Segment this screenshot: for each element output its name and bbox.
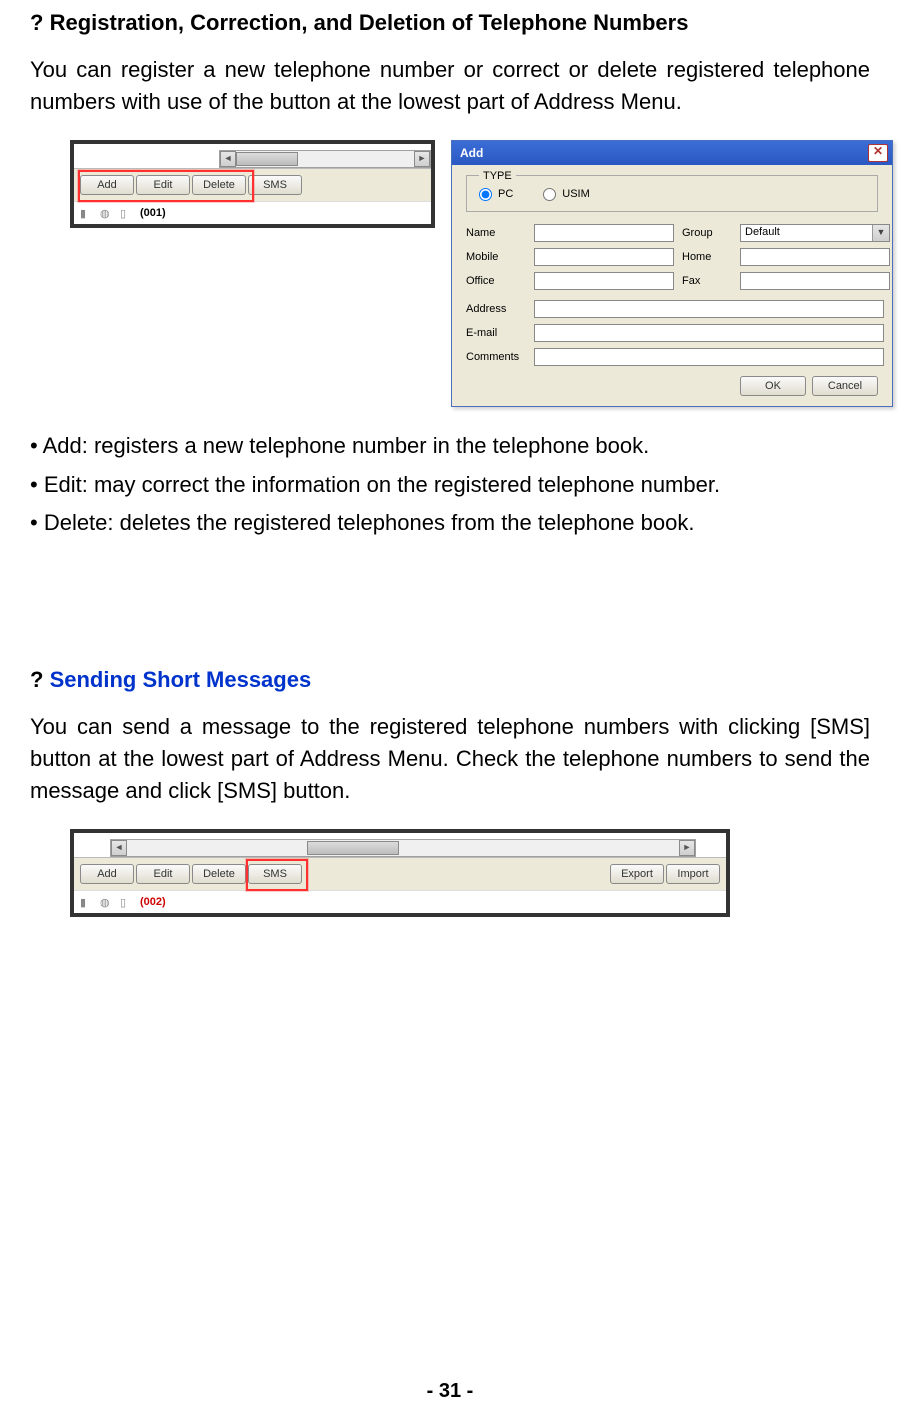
type-fieldset: TYPE PC USIM [466, 175, 878, 212]
list-area: ◄ ► [74, 144, 431, 169]
qmark: ? [30, 10, 43, 35]
radio-usim-label: USIM [562, 188, 590, 200]
horizontal-scrollbar[interactable]: ◄ ► [219, 150, 431, 168]
radio-usim[interactable]: USIM [543, 188, 590, 201]
label-fax: Fax [682, 275, 732, 287]
sms-button[interactable]: SMS [248, 864, 302, 884]
bullet-add: • Add: registers a new telephone number … [30, 431, 870, 462]
bullet-delete: • Delete: deletes the registered telepho… [30, 508, 870, 539]
dialog-titlebar[interactable]: Add ✕ [452, 141, 892, 165]
status-count: (001) [140, 207, 166, 219]
scroll-thumb[interactable] [236, 152, 298, 166]
scroll-right-icon[interactable]: ► [679, 840, 695, 856]
group-value: Default [741, 225, 872, 241]
scroll-track[interactable] [236, 152, 414, 166]
edit-button[interactable]: Edit [136, 864, 190, 884]
label-home: Home [682, 251, 732, 263]
scroll-left-icon[interactable]: ◄ [220, 151, 236, 167]
radio-usim-input[interactable] [543, 188, 556, 201]
signal-icon: ▮ [80, 207, 92, 219]
qmark2: ? [30, 667, 43, 692]
statusbar: ▮ ◍ ▯ (001) [74, 201, 431, 224]
scroll-thumb[interactable] [307, 841, 399, 855]
close-icon[interactable]: ✕ [868, 144, 888, 162]
radio-pc-label: PC [498, 188, 513, 200]
delete-button[interactable]: Delete [192, 175, 246, 195]
section1-title: ? Registration, Correction, and Deletion… [30, 10, 870, 36]
scroll-right-icon[interactable]: ► [414, 151, 430, 167]
label-office: Office [466, 275, 526, 287]
dialog-buttons: OK Cancel [466, 376, 878, 396]
office-field[interactable] [534, 272, 674, 290]
bullet-edit: • Edit: may correct the information on t… [30, 470, 870, 501]
signal-icon: ▮ [80, 896, 92, 908]
globe-icon: ◍ [100, 896, 112, 908]
section2-title: ? Sending Short Messages [30, 667, 870, 693]
chevron-down-icon[interactable]: ▼ [872, 225, 889, 241]
address-field[interactable] [534, 300, 884, 318]
globe-icon: ◍ [100, 207, 112, 219]
radio-pc-input[interactable] [479, 188, 492, 201]
label-email: E-mail [466, 327, 526, 339]
type-legend: TYPE [479, 170, 516, 182]
radio-pc[interactable]: PC [479, 188, 513, 201]
scroll-left-icon[interactable]: ◄ [111, 840, 127, 856]
status-count: (002) [140, 896, 166, 908]
toolbar-button-row: Add Edit Delete SMS [74, 169, 431, 201]
label-mobile: Mobile [466, 251, 526, 263]
dialog-body: TYPE PC USIM Name [452, 165, 892, 406]
import-button[interactable]: Import [666, 864, 720, 884]
fax-field[interactable] [740, 272, 890, 290]
name-field[interactable] [534, 224, 674, 242]
export-button[interactable]: Export [610, 864, 664, 884]
figure-registration: ◄ ► Add Edit Delete SMS ▮ ◍ ▯ (001) [70, 140, 870, 407]
email-field[interactable] [534, 324, 884, 342]
page-icon: ▯ [120, 207, 132, 219]
comments-field[interactable] [534, 348, 884, 366]
dialog-title: Add [460, 146, 483, 160]
add-dialog: Add ✕ TYPE PC USIM [451, 140, 893, 407]
section2-title-text: Sending Short Messages [50, 667, 312, 692]
label-address: Address [466, 303, 526, 315]
section1-paragraph: You can register a new telephone number … [30, 54, 870, 118]
page-icon: ▯ [120, 896, 132, 908]
ok-button[interactable]: OK [740, 376, 806, 396]
add-button[interactable]: Add [80, 175, 134, 195]
home-field[interactable] [740, 248, 890, 266]
edit-button[interactable]: Edit [136, 175, 190, 195]
form-grid-2col: Name Group Default ▼ Mobile Home Office … [466, 224, 878, 290]
cancel-button[interactable]: Cancel [812, 376, 878, 396]
section1-title-text: Registration, Correction, and Deletion o… [50, 10, 689, 35]
form-grid-1col: Address E-mail Comments [466, 300, 878, 366]
add-button[interactable]: Add [80, 864, 134, 884]
label-group: Group [682, 227, 732, 239]
address-toolbar-strip: ◄ ► Add Edit Delete SMS ▮ ◍ ▯ (001) [70, 140, 435, 228]
scroll-track[interactable] [127, 841, 679, 855]
label-name: Name [466, 227, 526, 239]
address-toolbar-strip-sms: ◄ ► Add Edit Delete SMS Export Import ▮ … [70, 829, 730, 917]
mobile-field[interactable] [534, 248, 674, 266]
list-area-2: ◄ ► [74, 833, 726, 858]
toolbar-button-row-2: Add Edit Delete SMS Export Import [74, 858, 726, 890]
sms-button[interactable]: SMS [248, 175, 302, 195]
section2-paragraph: You can send a message to the registered… [30, 711, 870, 807]
label-comments: Comments [466, 351, 526, 363]
delete-button[interactable]: Delete [192, 864, 246, 884]
group-combo[interactable]: Default ▼ [740, 224, 890, 242]
horizontal-scrollbar-2[interactable]: ◄ ► [110, 839, 696, 857]
page-number: - 31 - [0, 1380, 900, 1403]
statusbar-2: ▮ ◍ ▯ (002) [74, 890, 726, 913]
